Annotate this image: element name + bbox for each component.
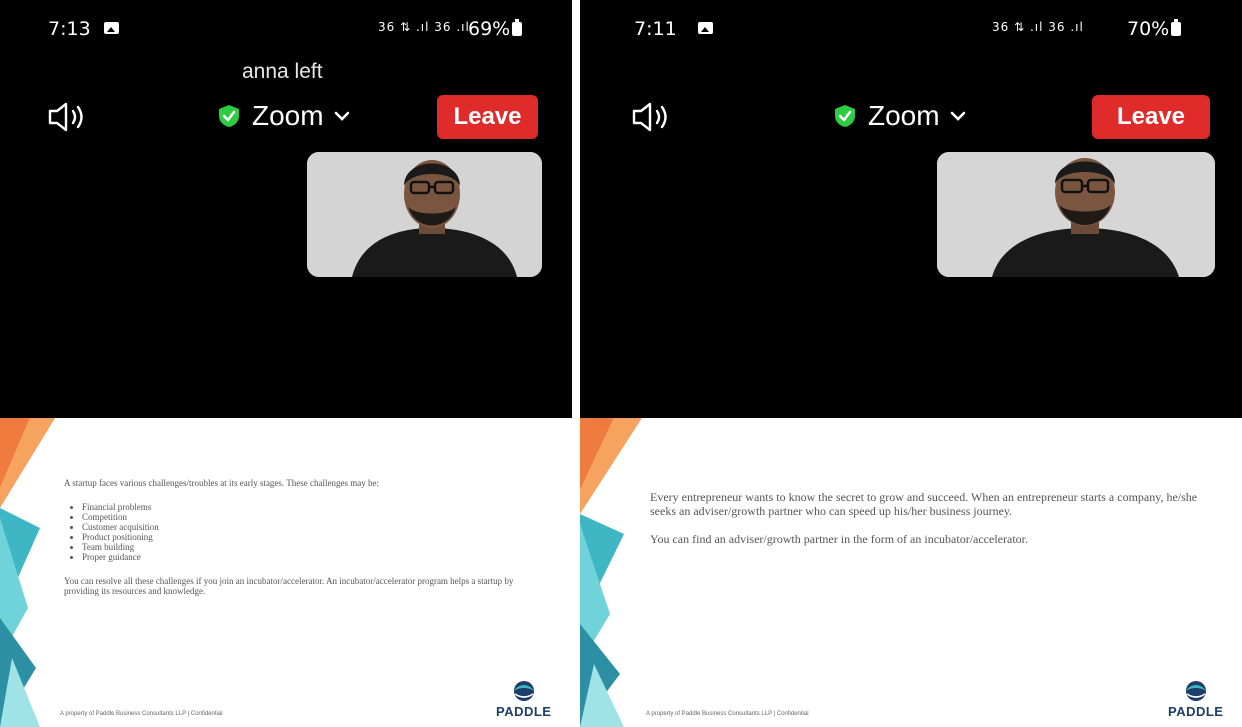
- slide-paragraph: You can find an adviser/growth partner i…: [650, 532, 1028, 546]
- slide-footer: A property of Paddle Business Consultant…: [646, 711, 809, 717]
- shield-check-icon: [835, 105, 855, 127]
- participant-video[interactable]: [937, 152, 1215, 277]
- slide-text: Every entrepreneur wants to know the sec…: [650, 490, 1222, 546]
- slide-footer: A property of Paddle Business Consultant…: [60, 711, 223, 717]
- battery-icon: [1171, 19, 1182, 36]
- battery-icon: [512, 19, 523, 36]
- meeting-title-dropdown[interactable]: Zoom: [834, 100, 966, 132]
- paddle-logo-icon: [513, 681, 534, 701]
- list-item: Proper guidance: [82, 552, 542, 562]
- slide-outro: You can resolve all these challenges if …: [64, 576, 514, 596]
- slide-decoration: [580, 418, 642, 727]
- participant-left-notice: anna left: [242, 60, 323, 83]
- chevron-down-icon: [334, 111, 349, 121]
- leave-button[interactable]: Leave: [1092, 95, 1210, 139]
- battery-status: 69%: [468, 18, 523, 40]
- speaker-icon[interactable]: [630, 100, 674, 134]
- slide-paragraph: Every entrepreneur wants to know the sec…: [650, 490, 1198, 518]
- slide-text: A startup faces various challenges/troub…: [64, 478, 542, 596]
- gallery-icon: [698, 22, 713, 34]
- paddle-logo: PADDLE: [496, 680, 551, 719]
- signal-icon: 36 ⇅ .ıl 36 .ıl: [992, 20, 1084, 34]
- speaker-icon[interactable]: [46, 100, 90, 134]
- slide-intro: A startup faces various challenges/troub…: [64, 478, 379, 488]
- list-item: Financial problems: [82, 502, 542, 512]
- meeting-title: Zoom: [252, 100, 324, 131]
- right-phone-screen: 7:11 36 ⇅ .ıl 36 .ıl 70% Zoom Leave Ever…: [580, 0, 1242, 727]
- paddle-logo: PADDLE: [1168, 680, 1223, 719]
- meeting-title-dropdown[interactable]: Zoom: [218, 100, 350, 132]
- chevron-down-icon: [950, 111, 965, 121]
- slide-challenge-list: Financial problems Competition Customer …: [64, 502, 542, 562]
- left-phone-screen: 7:13 36 ⇅ .ıl 36 .ıl 69% anna left Zoom …: [0, 0, 572, 727]
- battery-status: 70%: [1127, 18, 1182, 40]
- leave-button[interactable]: Leave: [437, 95, 538, 139]
- meeting-title: Zoom: [868, 100, 940, 131]
- list-item: Product positioning: [82, 532, 542, 542]
- list-item: Team building: [82, 542, 542, 552]
- status-time: 7:13: [48, 18, 91, 40]
- person-avatar-image: [307, 152, 542, 277]
- participant-video[interactable]: [307, 152, 542, 277]
- gallery-icon: [104, 22, 119, 34]
- paddle-logo-icon: [1185, 681, 1206, 701]
- list-item: Customer acquisition: [82, 522, 542, 532]
- shared-slide: A startup faces various challenges/troub…: [0, 418, 572, 727]
- status-time: 7:11: [634, 18, 677, 40]
- shared-slide: Every entrepreneur wants to know the sec…: [580, 418, 1242, 727]
- signal-icon: 36 ⇅ .ıl 36 .ıl: [378, 20, 470, 34]
- slide-decoration: [0, 418, 55, 727]
- person-avatar-image: [937, 152, 1215, 277]
- shield-check-icon: [219, 105, 239, 127]
- list-item: Competition: [82, 512, 542, 522]
- paddle-logo-text: PADDLE: [1168, 704, 1224, 719]
- paddle-logo-text: PADDLE: [496, 704, 552, 719]
